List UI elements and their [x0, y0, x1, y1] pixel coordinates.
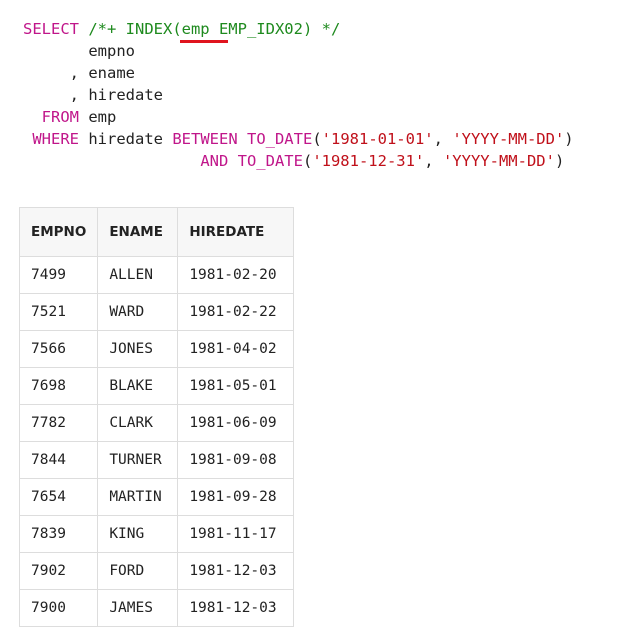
cell-ename: CLARK	[97, 404, 179, 442]
table-row: 7839 KING 1981-11-17	[18, 515, 295, 553]
cell-empno: 7521	[18, 293, 99, 331]
table-row: 7654 MARTIN 1981-09-28	[18, 478, 295, 516]
sql-keyword: AND TO_DATE	[200, 152, 303, 170]
cell-ename: MARTIN	[97, 478, 179, 516]
cell-hiredate: 1981-06-09	[177, 404, 295, 442]
cell-hiredate: 1981-12-03	[177, 552, 295, 590]
table-row: 7521 WARD 1981-02-22	[18, 293, 295, 331]
cell-ename: JAMES	[97, 589, 179, 627]
code-text: empno	[23, 42, 135, 60]
cell-hiredate: 1981-02-22	[177, 293, 295, 331]
cell-empno: 7839	[18, 515, 99, 553]
string-literal: 'YYYY-MM-DD'	[452, 130, 565, 148]
hint-table-underline	[180, 40, 228, 43]
code-line: , ename	[23, 62, 574, 84]
cell-empno: 7499	[18, 256, 99, 294]
cell-hiredate: 1981-04-02	[177, 330, 295, 368]
cell-hiredate: 1981-12-03	[177, 589, 295, 627]
cell-hiredate: 1981-09-28	[177, 478, 295, 516]
result-table: EMPNO ENAME HIREDATE 7499 ALLEN 1981-02-20…	[18, 207, 295, 627]
cell-empno: 7566	[18, 330, 99, 368]
code-text: hiredate	[88, 130, 173, 148]
code-text: )	[554, 152, 565, 170]
cell-ename: WARD	[97, 293, 179, 331]
table-row: 7499 ALLEN 1981-02-20	[18, 256, 295, 294]
result-header-row: EMPNO ENAME HIREDATE	[18, 207, 295, 257]
table-row: 7900 JAMES 1981-12-03	[18, 589, 295, 627]
cell-empno: 7902	[18, 552, 99, 590]
code-text: )	[564, 130, 574, 148]
column-header-ename: ENAME	[97, 207, 179, 257]
code-text: , hiredate	[23, 86, 163, 104]
code-text: emp	[88, 108, 117, 126]
cell-hiredate: 1981-09-08	[177, 441, 295, 479]
table-row: 7566 JONES 1981-04-02	[18, 330, 295, 368]
cell-empno: 7698	[18, 367, 99, 405]
sql-code-block: SELECT /*+ INDEX(emp EMP_IDX02) */ empno…	[23, 18, 574, 172]
cell-empno: 7782	[18, 404, 99, 442]
code-line: AND TO_DATE('1981-12-31', 'YYYY-MM-DD')	[23, 150, 574, 172]
cell-ename: KING	[97, 515, 179, 553]
code-line: , hiredate	[23, 84, 574, 106]
cell-ename: TURNER	[97, 441, 179, 479]
cell-ename: BLAKE	[97, 367, 179, 405]
code-line: empno	[23, 40, 574, 62]
cell-empno: 7900	[18, 589, 99, 627]
cell-empno: 7844	[18, 441, 99, 479]
column-header-hiredate: HIREDATE	[177, 207, 295, 257]
code-line: SELECT /*+ INDEX(emp EMP_IDX02) */	[23, 18, 574, 40]
code-text: , ename	[23, 64, 135, 82]
table-row: 7782 CLARK 1981-06-09	[18, 404, 295, 442]
result-table-body: 7499 ALLEN 1981-02-20 7521 WARD 1981-02-22 756…	[18, 256, 295, 627]
code-text: (	[302, 152, 313, 170]
code-text: ,	[424, 152, 443, 170]
table-row: 7698 BLAKE 1981-05-01	[18, 367, 295, 405]
cell-ename: FORD	[97, 552, 179, 590]
cell-ename: JONES	[97, 330, 179, 368]
cell-empno: 7654	[18, 478, 99, 516]
cell-hiredate: 1981-02-20	[177, 256, 295, 294]
code-line: WHERE hiredate BETWEEN TO_DATE('1981-01-…	[23, 128, 574, 150]
code-line: FROM emp	[23, 106, 574, 128]
sql-keyword: FROM	[23, 108, 89, 126]
optimizer-hint: /*+ INDEX(emp EMP_IDX02) */	[88, 20, 341, 38]
cell-ename: ALLEN	[97, 256, 179, 294]
cell-hiredate: 1981-05-01	[177, 367, 295, 405]
column-header-empno: EMPNO	[18, 207, 99, 257]
string-literal: 'YYYY-MM-DD'	[442, 152, 555, 170]
string-literal: '1981-12-31'	[312, 152, 425, 170]
cell-hiredate: 1981-11-17	[177, 515, 295, 553]
sql-keyword: BETWEEN TO_DATE	[172, 130, 313, 148]
table-row: 7844 TURNER 1981-09-08	[18, 441, 295, 479]
sql-keyword: SELECT	[23, 20, 89, 38]
table-row: 7902 FORD 1981-12-03	[18, 552, 295, 590]
code-text: (	[312, 130, 322, 148]
string-literal: '1981-01-01'	[321, 130, 434, 148]
sql-keyword: WHERE	[23, 130, 89, 148]
code-text: ,	[433, 130, 453, 148]
